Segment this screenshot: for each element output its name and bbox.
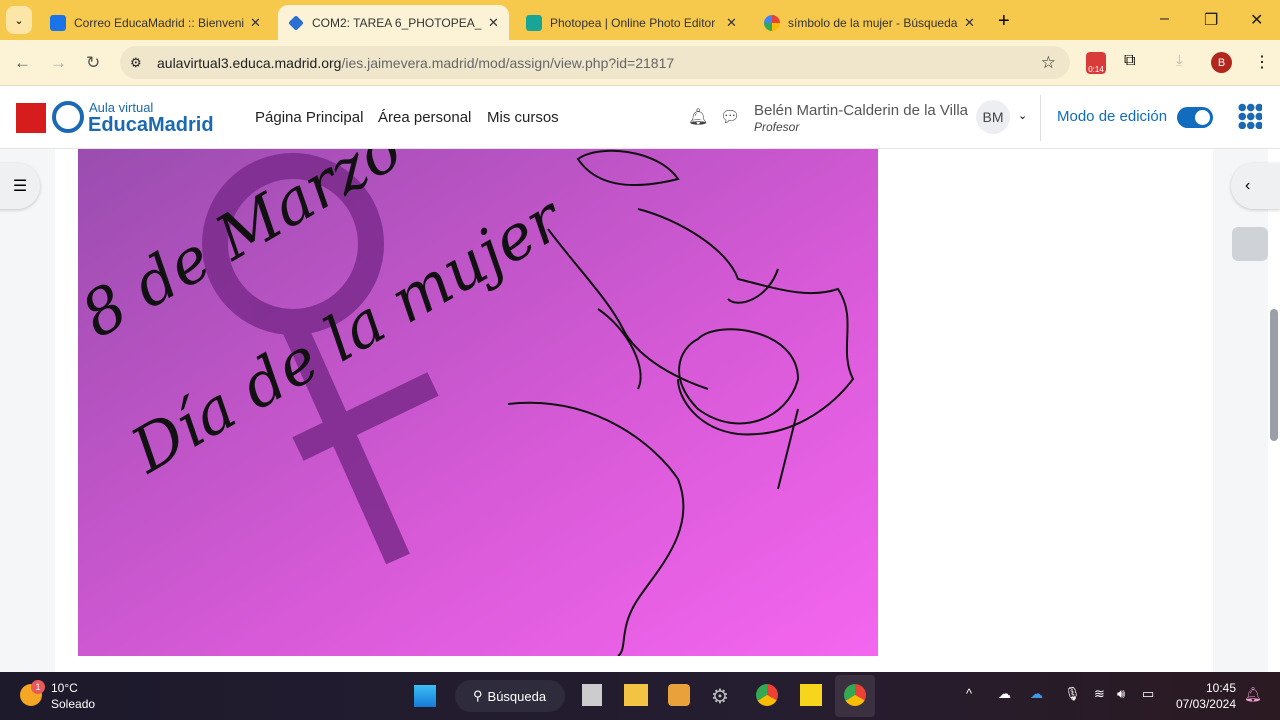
file-explorer-icon[interactable] (624, 684, 648, 706)
close-tab-icon[interactable]: ✕ (726, 15, 737, 31)
block-icon[interactable] (1232, 227, 1268, 261)
mail-icon (50, 14, 66, 31)
close-window-button[interactable]: ✕ (1250, 10, 1263, 30)
windows-taskbar: 1 10°C Soleado ⚲ Búsqueda ⚙ ^ ☁ ☁ 🎙︎ ≋ 🔊︎… (0, 672, 1280, 720)
block-drawer-toggle-icon[interactable]: ‹ (1231, 163, 1280, 209)
notification-bell-icon[interactable]: 🔔︎ (688, 107, 708, 127)
nav-area-personal[interactable]: Área personal (378, 109, 471, 126)
course-index-toggle-icon[interactable]: ☰ (0, 163, 40, 209)
new-tab-button[interactable]: + (998, 10, 1010, 33)
right-drawer-strip: ‹ (1213, 149, 1280, 672)
onedrive-icon[interactable]: ☁ (998, 686, 1011, 702)
tab-photopea[interactable]: Photopea | Online Photo Editor ✕ (516, 5, 747, 40)
page-scrollbar[interactable] (1270, 309, 1278, 441)
wifi-icon[interactable]: ≋ (1094, 686, 1105, 702)
edit-mode-label: Modo de edición (1057, 108, 1168, 125)
address-bar-row: ← → ↻ ⚙ aulavirtual3.educa.madrid.org/ie… (0, 40, 1280, 86)
left-drawer-strip: ☰ (0, 149, 55, 672)
volume-icon[interactable]: 🔊︎ (1117, 686, 1125, 702)
settings-icon[interactable]: ⚙ (711, 684, 729, 709)
nav-pagina-principal[interactable]: Página Principal (255, 109, 363, 126)
url-field[interactable]: ⚙ aulavirtual3.educa.madrid.org/ies.jaim… (120, 46, 1070, 79)
logo-text-top: Aula virtual (89, 100, 154, 115)
clock-date[interactable]: 07/03/2024 (1176, 697, 1236, 711)
user-name: Belén Martin-Calderin de la Villa (754, 102, 968, 119)
restore-button[interactable]: ❐ (1204, 10, 1218, 30)
weather-badge: 1 (31, 680, 45, 694)
site-info-icon[interactable]: ⚙ (130, 55, 142, 71)
tab-search-button[interactable]: ⌄ (6, 6, 32, 34)
weather-desc: Soleado (51, 697, 96, 711)
task-view-icon[interactable] (582, 684, 602, 706)
weather-temp: 10°C (51, 681, 78, 695)
edit-mode-toggle[interactable] (1177, 107, 1213, 128)
close-tab-icon[interactable]: ✕ (488, 15, 499, 31)
user-role: Profesor (754, 120, 800, 134)
battery-icon[interactable]: ▭ (1142, 686, 1154, 702)
user-avatar[interactable]: BM (976, 100, 1010, 134)
main-content: ☰ 8 de Marzo Día de la mujer ‹ (0, 149, 1280, 672)
divider (1040, 95, 1041, 141)
comunidad-madrid-logo (16, 103, 46, 133)
back-button[interactable]: ← (14, 53, 31, 73)
chrome-icon[interactable] (756, 684, 778, 706)
forward-button[interactable]: → (50, 53, 67, 73)
tab-com2[interactable]: COM2: TAREA 6_PHOTOPEA_FOTOMONTAJE ✕ (278, 5, 509, 40)
chrome-icon (844, 684, 866, 706)
show-hidden-icons[interactable]: ^ (966, 686, 972, 701)
minimize-button[interactable]: – (1160, 10, 1169, 28)
close-tab-icon[interactable]: ✕ (250, 15, 261, 31)
close-tab-icon[interactable]: ✕ (964, 15, 975, 31)
messages-icon[interactable]: 💬︎ (720, 107, 740, 127)
microphone-icon[interactable]: 🎙︎ (1064, 686, 1081, 702)
sticky-notes-icon[interactable] (800, 684, 822, 706)
profile-avatar[interactable]: B (1211, 52, 1232, 73)
educamadrid-logo-icon (52, 101, 84, 133)
apps-grid-icon[interactable] (1238, 103, 1262, 129)
user-menu-chevron-icon[interactable]: ⌄ (1018, 109, 1027, 122)
search-icon: ⚲ (473, 688, 483, 703)
browser-menu-icon[interactable]: ⋮ (1254, 52, 1270, 72)
download-icon[interactable]: ⤓ (1176, 52, 1183, 69)
google-icon (764, 14, 780, 31)
tab-correo[interactable]: Correo EducaMadrid :: Bienvenido ✕ (40, 5, 271, 40)
chrome-active-button[interactable] (835, 675, 875, 717)
browser-tab-bar: ⌄ Correo EducaMadrid :: Bienvenido ✕ COM… (0, 0, 1280, 40)
notifications-icon[interactable]: 🔔︎ (1244, 686, 1262, 703)
start-button[interactable] (413, 684, 437, 708)
extension-timer-icon[interactable]: 0:14 (1086, 52, 1106, 74)
site-header: Aula virtual EducaMadrid Página Principa… (0, 87, 1280, 149)
extensions-icon[interactable]: ⧉ (1124, 52, 1135, 70)
tab-google[interactable]: símbolo de la mujer - Búsqueda ✕ (754, 5, 985, 40)
nav-mis-cursos[interactable]: Mis cursos (487, 109, 559, 126)
assignment-image: 8 de Marzo Día de la mujer (78, 149, 878, 656)
logo-text[interactable]: EducaMadrid (88, 114, 214, 137)
app-icon[interactable] (668, 684, 690, 706)
taskbar-search[interactable]: ⚲ Búsqueda (455, 680, 565, 712)
clock-time[interactable]: 10:45 (1206, 681, 1236, 695)
onedrive-business-icon[interactable]: ☁ (1030, 686, 1043, 702)
bookmark-star-icon[interactable]: ☆ (1041, 53, 1056, 73)
reload-button[interactable]: ↻ (86, 53, 100, 73)
moodle-icon (288, 14, 304, 31)
photopea-icon (526, 14, 542, 31)
